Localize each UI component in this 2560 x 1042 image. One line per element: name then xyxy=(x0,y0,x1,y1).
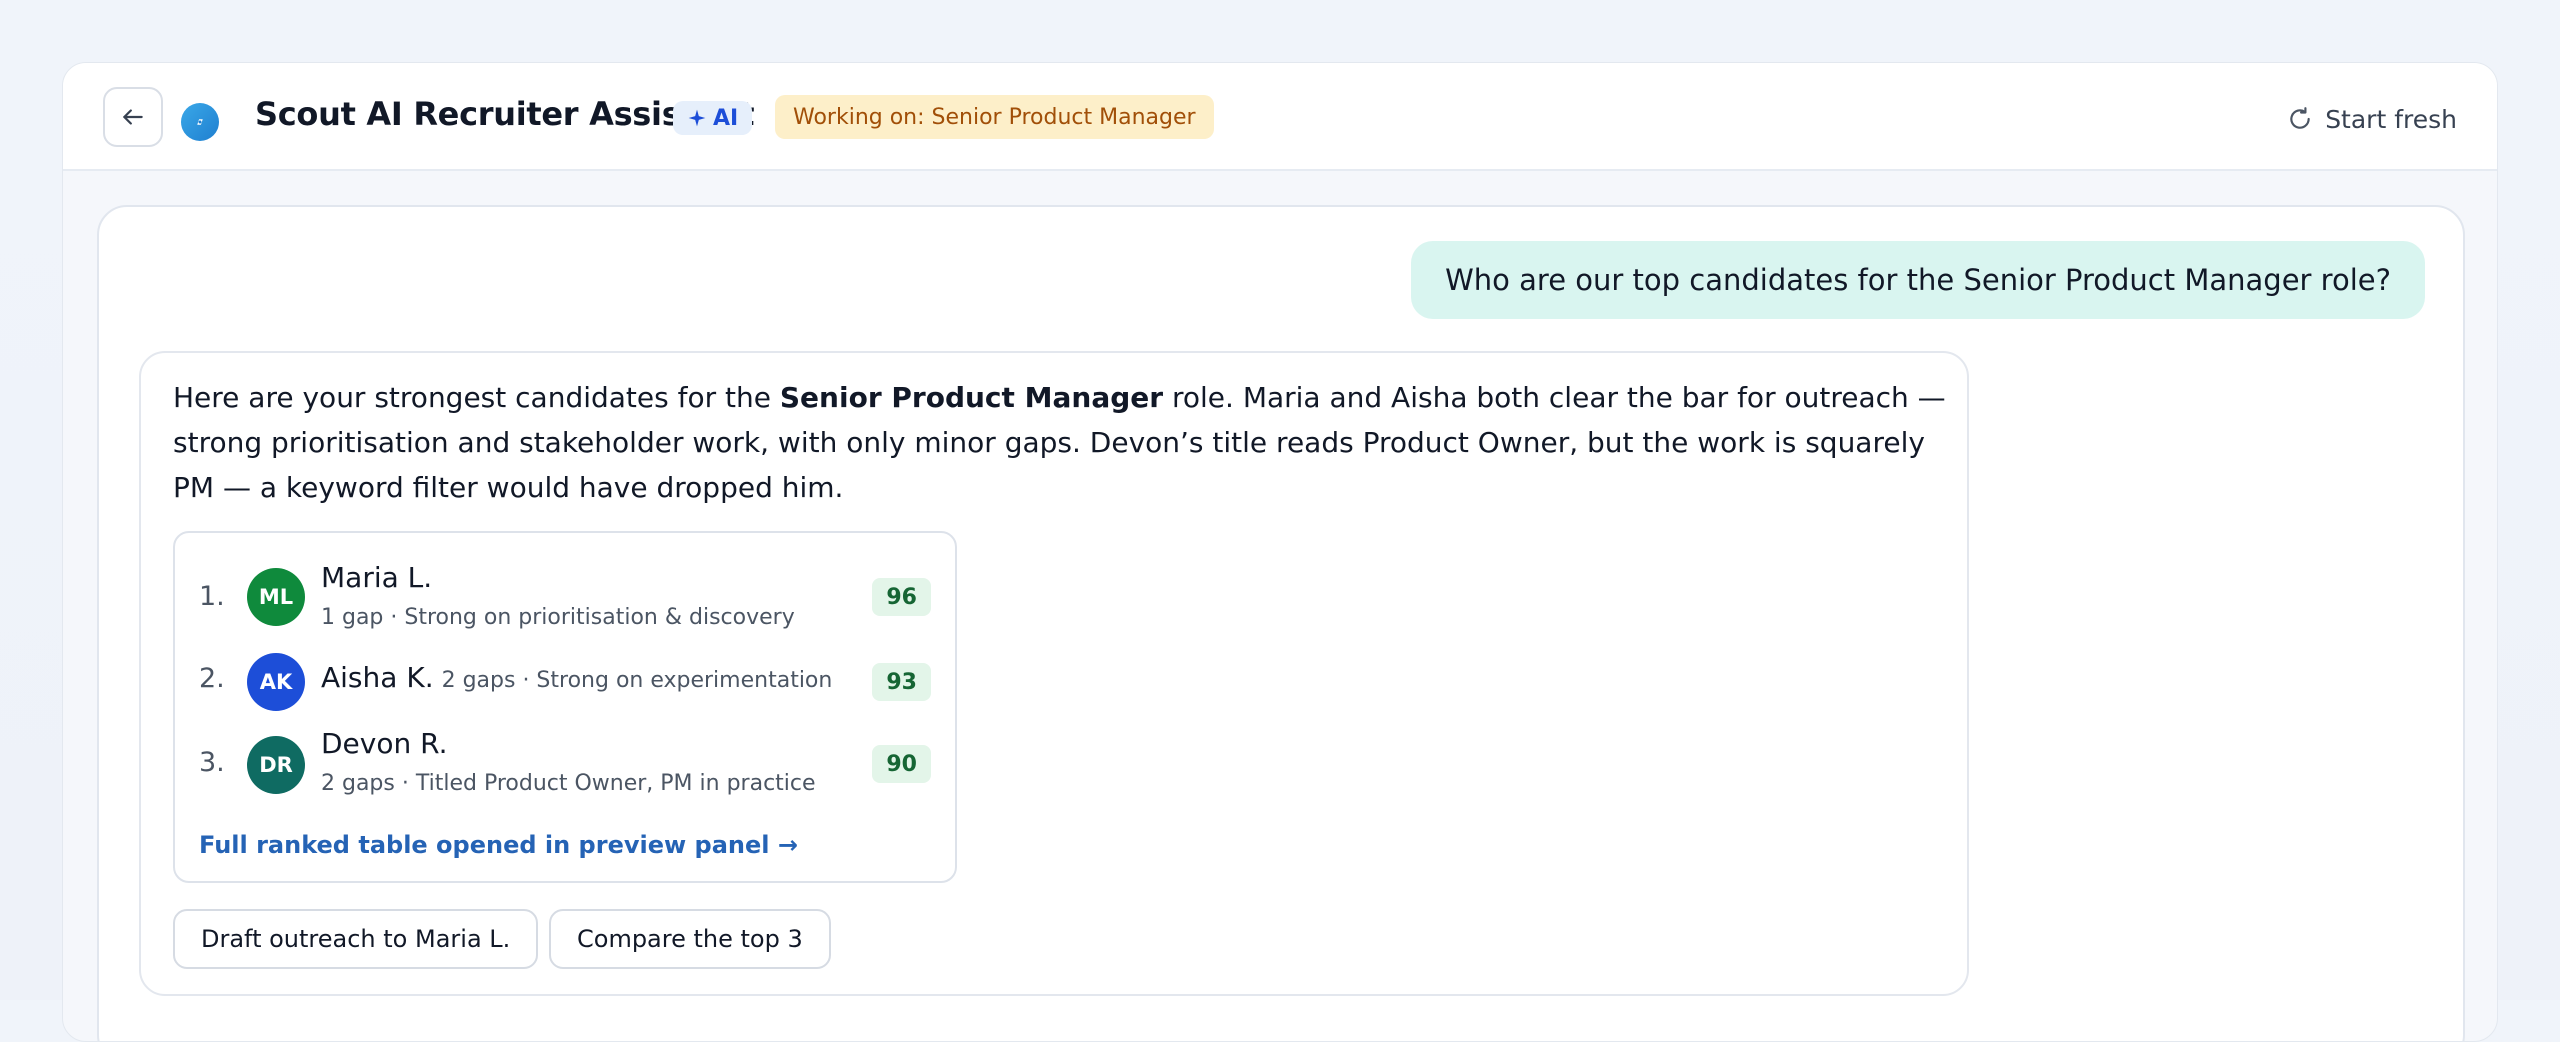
assistant-message: Here are your strongest candidates for t… xyxy=(139,351,1969,996)
candidate-name: Devon R. xyxy=(321,727,448,760)
candidate-row[interactable]: 1. ML Maria L. 1 gap · Strong on priorit… xyxy=(175,557,955,637)
intro-prefix: Here are your strongest candidates for t… xyxy=(173,381,780,414)
candidate-name: Maria L. xyxy=(321,561,433,594)
compass-logo-icon xyxy=(181,103,219,141)
sparkle-icon xyxy=(688,109,706,127)
intro-role: Senior Product Manager xyxy=(779,381,1164,414)
match-score-badge: 93 xyxy=(872,663,931,701)
working-on-badge: Working on: Senior Product Manager xyxy=(775,95,1214,139)
compare-top-3-button[interactable]: Compare the top 3 xyxy=(549,909,831,969)
candidate-detail: 1 gap · Strong on prioritisation & disco… xyxy=(321,605,795,630)
draft-outreach-button[interactable]: Draft outreach to Maria L. xyxy=(173,909,539,969)
avatar: ML xyxy=(247,568,305,626)
candidate-detail: 2 gaps · Strong on experimentation xyxy=(441,668,833,693)
candidate-rank: 3. xyxy=(199,747,225,778)
full-table-link[interactable]: Full ranked table opened in preview pane… xyxy=(199,831,798,859)
candidate-name: Aisha K. xyxy=(321,661,434,694)
avatar: AK xyxy=(247,653,305,711)
header: Scout AI Recruiter Assistant AI Working … xyxy=(63,63,2497,171)
candidate-info-inline: Aisha K. 2 gaps · Strong on experimentat… xyxy=(321,661,832,694)
start-fresh-button[interactable]: Start fresh xyxy=(2287,99,2457,139)
ai-badge-label: AI xyxy=(713,105,739,131)
arrow-left-icon xyxy=(123,109,143,125)
match-score-badge: 96 xyxy=(872,578,931,616)
chat-panel: Who are our top candidates for the Senio… xyxy=(97,205,2465,1041)
candidate-rank: 1. xyxy=(199,581,225,612)
candidate-row[interactable]: 2. AK Aisha K. 2 gaps · Strong on experi… xyxy=(175,643,955,723)
refresh-icon xyxy=(2290,107,2310,129)
app-window: Scout AI Recruiter Assistant AI Working … xyxy=(62,62,2498,1042)
candidate-row[interactable]: 3. DR Devon R. 2 gaps · Titled Product O… xyxy=(175,725,955,805)
candidate-list-card: 1. ML Maria L. 1 gap · Strong on priorit… xyxy=(173,531,957,883)
assistant-intro-text: Here are your strongest candidates for t… xyxy=(173,375,1953,510)
match-score-badge: 90 xyxy=(872,745,931,783)
avatar: DR xyxy=(247,736,305,794)
candidate-detail: 2 gaps · Titled Product Owner, PM in pra… xyxy=(321,771,816,796)
back-button[interactable] xyxy=(103,87,163,147)
ai-badge: AI xyxy=(673,101,753,135)
start-fresh-label: Start fresh xyxy=(2325,104,2457,134)
candidate-rank: 2. xyxy=(199,663,225,694)
user-message: Who are our top candidates for the Senio… xyxy=(1411,241,2425,319)
